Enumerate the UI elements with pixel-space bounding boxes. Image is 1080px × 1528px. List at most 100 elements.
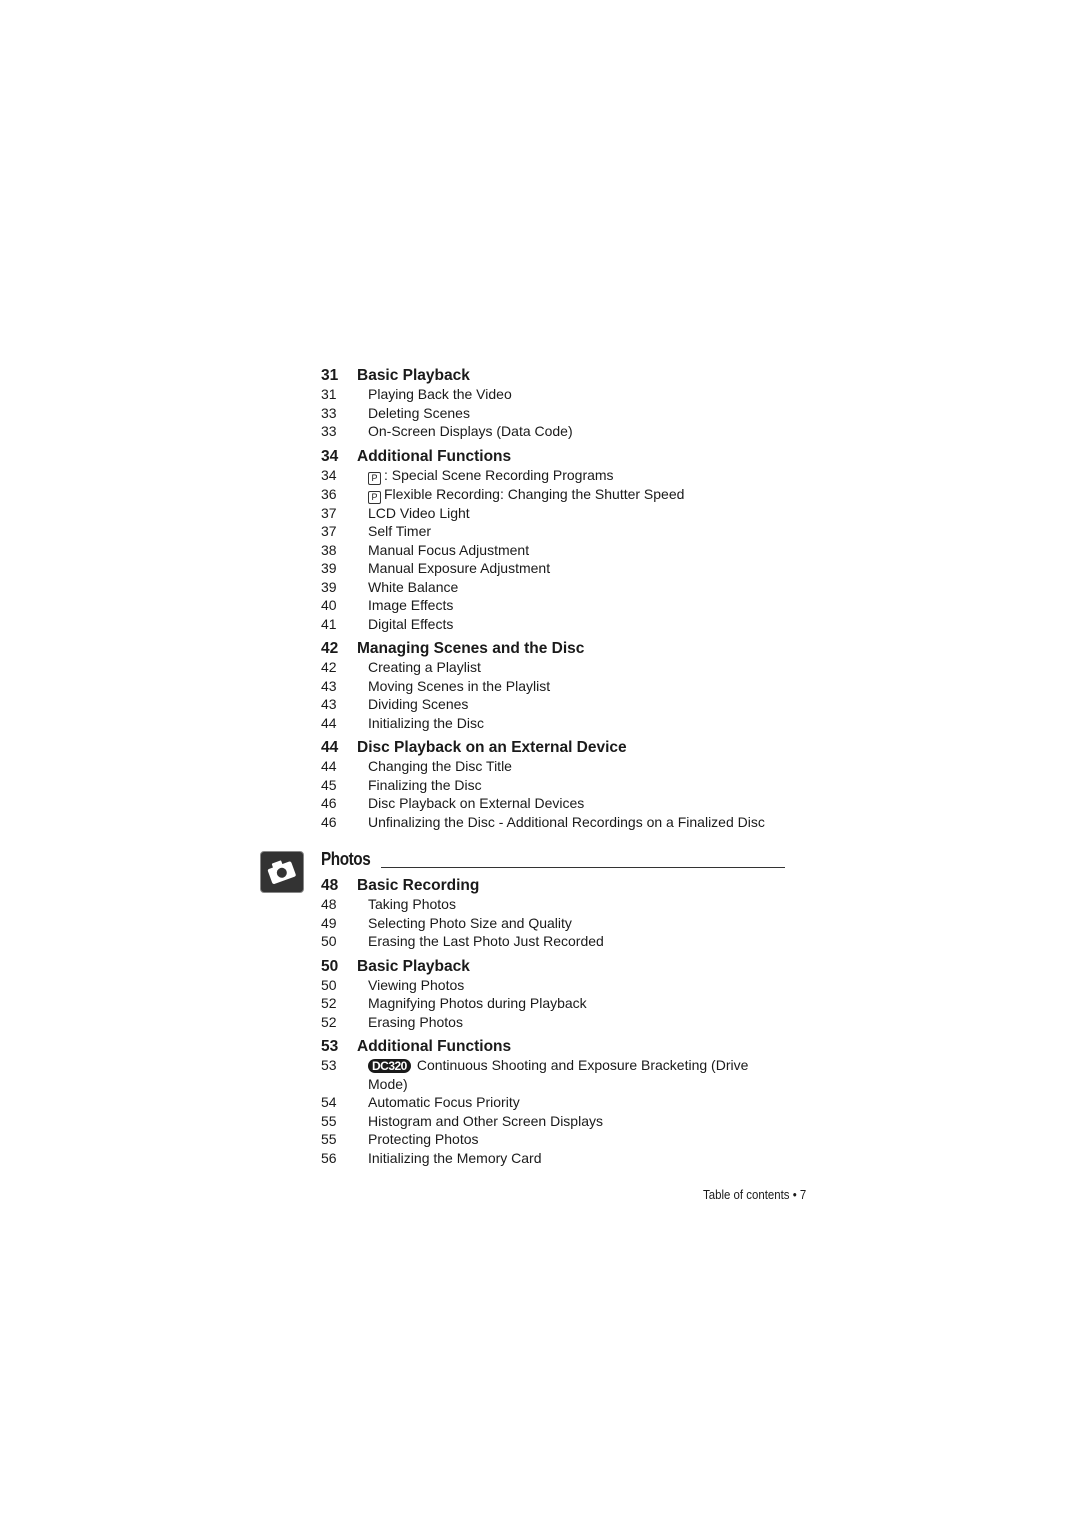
entry-text: Taking Photos bbox=[368, 896, 456, 912]
entry-page-number: 38 bbox=[321, 541, 337, 558]
toc-entry[interactable]: 46 Disc Playback on External Devices bbox=[321, 794, 791, 813]
toc-entry[interactable]: 55 Protecting Photos bbox=[321, 1130, 791, 1149]
page-footer: Table of contents • 7 bbox=[703, 1187, 806, 1202]
section-heading[interactable]: 42 Managing Scenes and the Disc bbox=[321, 639, 791, 658]
toc-entry[interactable]: 46 Unfinalizing the Disc - Additional Rec… bbox=[321, 813, 791, 832]
entry-text-wrap: DC320 Continuous Shooting and Exposure Br… bbox=[368, 1056, 791, 1093]
section-title: Basic Playback bbox=[357, 957, 470, 975]
toc-entry[interactable]: 49 Selecting Photo Size and Quality bbox=[321, 914, 791, 933]
entry-page-number: 54 bbox=[321, 1094, 337, 1110]
toc-entry[interactable]: 50 Erasing the Last Photo Just Recorded bbox=[321, 932, 791, 951]
toc-entry[interactable]: 39 Manual Exposure Adjustment bbox=[321, 559, 791, 578]
entry-page-number: 48 bbox=[321, 896, 337, 912]
camera-icon bbox=[260, 851, 304, 893]
entry-text: Finalizing the Disc bbox=[368, 776, 482, 793]
toc-entry[interactable]: 43 Dividing Scenes bbox=[321, 695, 791, 714]
entry-page-number: 53 bbox=[321, 1057, 337, 1073]
entry-text: LCD Video Light bbox=[368, 504, 470, 521]
toc-entry[interactable]: 50 Viewing Photos bbox=[321, 976, 791, 995]
camera-glyph bbox=[267, 860, 296, 884]
toc-entry[interactable]: 55 Histogram and Other Screen Displays bbox=[321, 1112, 791, 1131]
entry-page-number: 34 bbox=[321, 466, 337, 483]
entry-text-wrap: Taking Photos bbox=[368, 895, 791, 914]
photos-chapter-heading: Photos bbox=[321, 848, 785, 870]
entry-text: Changing the Disc Title bbox=[368, 758, 512, 774]
entry-text: Disc Playback on External Devices bbox=[368, 795, 585, 811]
toc-entry[interactable]: 44 Changing the Disc Title bbox=[321, 757, 791, 776]
entry-text: Dividing Scenes bbox=[368, 696, 469, 712]
entry-page-number: 36 bbox=[321, 485, 337, 502]
entry-text-wrap: Magnifying Photos during Playback bbox=[368, 994, 791, 1013]
entry-page-number: 56 bbox=[321, 1149, 337, 1166]
section-title: Basic Playback bbox=[357, 367, 470, 384]
toc-entry[interactable]: 37 LCD Video Light bbox=[321, 504, 791, 523]
section-page-number: 50 bbox=[321, 957, 339, 975]
entry-text: Magnifying Photos during Playback bbox=[368, 995, 587, 1011]
entry-text: Playing Back the Video bbox=[368, 386, 512, 402]
entry-text-wrap: Erasing Photos bbox=[368, 1013, 791, 1032]
entry-page-number: 37 bbox=[321, 504, 337, 521]
entry-page-number: 33 bbox=[321, 404, 337, 421]
section-page-number: 53 bbox=[321, 1038, 339, 1055]
toc-entry[interactable]: 56 Initializing the Memory Card bbox=[321, 1149, 791, 1168]
page-number: 7 bbox=[799, 1187, 807, 1202]
entry-text: Manual Exposure Adjustment bbox=[368, 560, 551, 576]
entry-text: : Special Scene Recording Programs bbox=[384, 466, 614, 483]
toc-entry[interactable]: 33 On-Screen Displays (Data Code) bbox=[321, 422, 791, 441]
entry-text-wrap: Erasing the Last Photo Just Recorded bbox=[368, 932, 791, 951]
toc-entry[interactable]: 52 Erasing Photos bbox=[321, 1013, 791, 1032]
section-heading[interactable]: 34 Additional Functions bbox=[321, 447, 791, 466]
entry-page-number: 37 bbox=[321, 523, 337, 539]
entry-text: Continuous Shooting and Exposure Bracket… bbox=[368, 1057, 749, 1092]
entry-text: Histogram and Other Screen Displays bbox=[368, 1112, 603, 1129]
chapter-rule bbox=[381, 867, 785, 868]
toc-entry[interactable]: 44 Initializing the Disc bbox=[321, 714, 791, 733]
toc-entry[interactable]: 38 Manual Focus Adjustment bbox=[321, 541, 791, 560]
entry-page-number: 39 bbox=[321, 578, 337, 595]
toc-entry[interactable]: 40 Image Effects bbox=[321, 596, 791, 615]
toc-entry[interactable]: 53 DC320 Continuous Shooting and Exposure … bbox=[321, 1056, 791, 1093]
toc-entry[interactable]: 37 Self Timer bbox=[321, 522, 791, 541]
section-heading[interactable]: 44 Disc Playback on an External Device bbox=[321, 738, 791, 757]
section-page-number: 42 bbox=[321, 640, 339, 657]
chapter-title: Photos bbox=[321, 849, 371, 869]
entry-text-wrap: Manual Focus Adjustment bbox=[368, 541, 791, 560]
toc-entry[interactable]: 31 Playing Back the Video bbox=[321, 385, 791, 404]
entry-text-wrap: Unfinalizing the Disc - Additional Recor… bbox=[368, 813, 791, 832]
entry-text-wrap: Protecting Photos bbox=[368, 1130, 791, 1149]
toc-section: 50 Basic Playback 50 Viewing Photos 52 Magnif… bbox=[321, 957, 791, 1032]
toc-section: 31 Basic Playback 31 Playing Back the Video… bbox=[321, 366, 791, 441]
entry-text: Moving Scenes in the Playlist bbox=[368, 677, 551, 694]
section-heading[interactable]: 50 Basic Playback bbox=[321, 957, 791, 976]
entry-text-wrap: Deleting Scenes bbox=[368, 404, 791, 423]
section-heading[interactable]: 31 Basic Playback bbox=[321, 366, 791, 385]
toc-entry[interactable]: 36 P Flexible Recording: Changing the Shut… bbox=[321, 485, 791, 504]
toc-entry[interactable]: 39 White Balance bbox=[321, 578, 791, 597]
entry-page-number: 50 bbox=[321, 933, 337, 949]
toc-entry[interactable]: 48 Taking Photos bbox=[321, 895, 791, 914]
entry-text: Creating a Playlist bbox=[368, 659, 481, 675]
entry-text-wrap: Playing Back the Video bbox=[368, 385, 791, 404]
toc-entry[interactable]: 41 Digital Effects bbox=[321, 615, 791, 634]
entry-text: Digital Effects bbox=[368, 615, 454, 632]
entry-text-wrap: On-Screen Displays (Data Code) bbox=[368, 422, 791, 441]
toc-entry[interactable]: 33 Deleting Scenes bbox=[321, 404, 791, 423]
entry-text: Flexible Recording: Changing the Shutter… bbox=[384, 485, 685, 502]
entry-text-wrap: Self Timer bbox=[368, 522, 791, 541]
toc-entry[interactable]: 45 Finalizing the Disc bbox=[321, 776, 791, 795]
entry-text: Erasing Photos bbox=[368, 1013, 463, 1030]
entry-text-wrap: P Flexible Recording: Changing the Shutte… bbox=[368, 485, 791, 504]
entry-page-number: 39 bbox=[321, 560, 337, 576]
toc-entry[interactable]: 42 Creating a Playlist bbox=[321, 658, 791, 677]
entry-page-number: 52 bbox=[321, 995, 337, 1011]
toc-entry[interactable]: 43 Moving Scenes in the Playlist bbox=[321, 677, 791, 696]
entry-text: Automatic Focus Priority bbox=[368, 1094, 520, 1110]
section-title: Basic Recording bbox=[357, 877, 480, 894]
toc-entry[interactable]: 54 Automatic Focus Priority bbox=[321, 1093, 791, 1112]
entry-page-number: 44 bbox=[321, 758, 337, 774]
section-heading[interactable]: 48 Basic Recording bbox=[321, 876, 791, 895]
section-heading[interactable]: 53 Additional Functions bbox=[321, 1037, 791, 1056]
toc-section: 48 Basic Recording 48 Taking Photos 49 Select… bbox=[321, 876, 791, 951]
toc-entry[interactable]: 52 Magnifying Photos during Playback bbox=[321, 994, 791, 1013]
toc-entry[interactable]: 34 P: Special Scene Recording Programs bbox=[321, 466, 791, 485]
